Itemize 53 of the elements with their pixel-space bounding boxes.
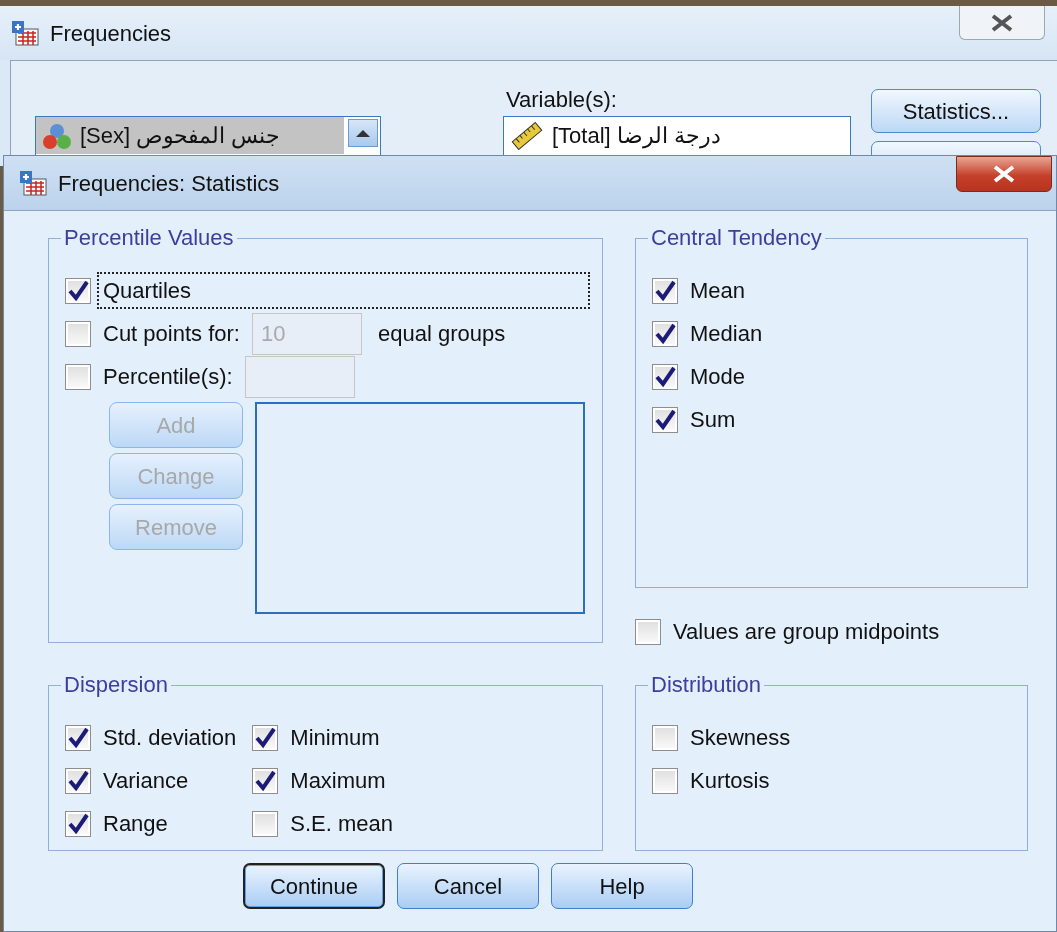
checkbox[interactable]: [252, 767, 279, 794]
option-label: S.E. mean: [289, 810, 395, 838]
option-label: Kurtosis: [689, 767, 771, 795]
checkbox[interactable]: [652, 320, 678, 347]
option-label: Mean: [689, 277, 747, 305]
list-item[interactable]: [Total] درجة الرضا: [504, 117, 850, 154]
checkbox[interactable]: [652, 724, 678, 751]
triangle-icon: [355, 128, 371, 138]
checkbox[interactable]: [65, 767, 91, 794]
close-button[interactable]: [959, 6, 1045, 40]
list-caption: Variable(s):: [506, 86, 617, 114]
checkbox[interactable]: [252, 810, 279, 837]
checkbox[interactable]: [652, 363, 678, 390]
checkbox[interactable]: [65, 724, 91, 751]
checkbox[interactable]: [652, 767, 678, 794]
percentile-list[interactable]: [255, 402, 585, 614]
checkbox[interactable]: [635, 618, 661, 645]
option-label: Cut points for:: [102, 320, 241, 348]
circles-icon: [42, 121, 72, 150]
option-label: Mode: [689, 363, 747, 391]
option-label: Skewness: [689, 724, 792, 752]
dialog-button[interactable]: Cancel: [397, 863, 539, 909]
checkbox[interactable]: [65, 320, 91, 347]
table-icon: [10, 19, 40, 47]
close-icon: [990, 13, 1014, 32]
checkbox[interactable]: [65, 810, 91, 837]
checkbox[interactable]: [652, 277, 678, 304]
close-icon: [992, 165, 1016, 183]
item-label: [Total] درجة الرضا: [552, 122, 721, 151]
option-label: Range: [102, 810, 169, 838]
item-label: [Sex] جنس المفحوص: [80, 122, 281, 151]
window-title: Frequencies: [50, 19, 172, 48]
option-label: Median: [689, 320, 764, 348]
dialog-button[interactable]: Help: [551, 863, 693, 909]
option-label: equal groups: [377, 320, 506, 348]
option-label: Variance: [102, 767, 190, 795]
checkbox[interactable]: [252, 724, 279, 751]
checkbox[interactable]: [65, 363, 91, 390]
checkbox[interactable]: [652, 406, 678, 433]
option-label: Sum: [689, 406, 737, 434]
scroll-up-button[interactable]: [348, 119, 378, 147]
dialog-button[interactable]: Continue: [243, 863, 385, 909]
table-icon: [18, 169, 48, 197]
list-item[interactable]: [Sex] جنس المفحوص: [36, 117, 344, 154]
option-label: Maximum: [289, 767, 387, 795]
dialog-button[interactable]: Statistics...: [871, 89, 1041, 133]
close-button[interactable]: [956, 156, 1052, 192]
checkbox[interactable]: [65, 277, 91, 304]
option-label: Std. deviation: [102, 724, 238, 752]
option-label: Percentile(s):: [102, 363, 234, 391]
option-label: Minimum: [289, 724, 381, 752]
option-label: Quartiles: [99, 274, 588, 307]
option-label: Values are group midpoints: [672, 618, 941, 646]
